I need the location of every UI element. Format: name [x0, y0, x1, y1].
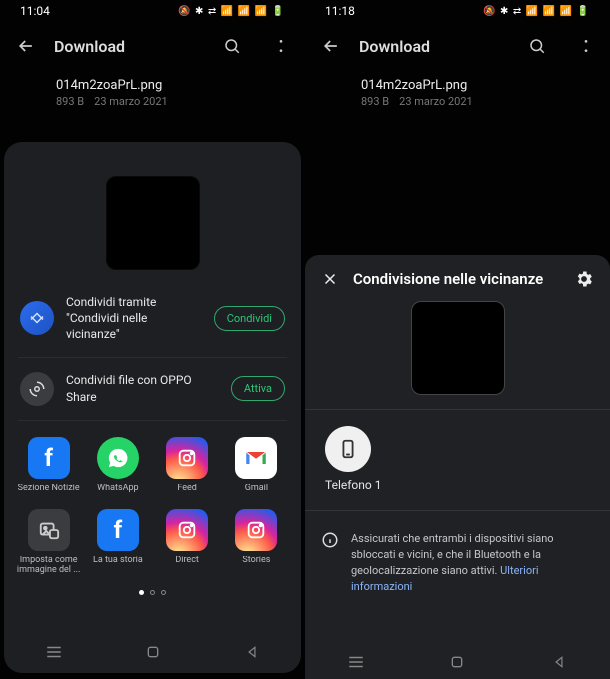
nav-recent-icon[interactable] — [45, 643, 63, 661]
status-icons: 🔕 ✱ ⇄ 📶 📶 📶 🔋 — [483, 6, 590, 17]
file-row[interactable]: 014m2zoaPrL.png 893 B 23 marzo 2021 — [305, 70, 610, 116]
facebook-icon: f — [28, 437, 70, 479]
phone-icon — [325, 426, 371, 472]
file-date: 23 marzo 2021 — [399, 95, 473, 108]
instagram-icon — [235, 509, 277, 551]
screen-right: 11:18 🔕 ✱ ⇄ 📶 📶 📶 🔋 Download 014m2zoaPrL… — [305, 0, 610, 679]
nav-back-icon[interactable] — [550, 653, 568, 671]
file-name: 014m2zoaPrL.png — [56, 78, 289, 93]
page-header: Download — [0, 22, 305, 70]
share-app-grid: f Sezione Notizie WhatsApp Feed Gmail — [4, 425, 301, 583]
status-bar: 11:04 🔕 ✱ ⇄ 📶 📶 📶 🔋 — [0, 0, 305, 22]
instagram-icon — [166, 509, 208, 551]
app-whatsapp[interactable]: WhatsApp — [83, 431, 152, 500]
gear-icon[interactable] — [574, 269, 594, 289]
status-bar: 11:18 🔕 ✱ ⇄ 📶 📶 📶 🔋 — [305, 0, 610, 22]
facebook-icon: f — [97, 509, 139, 551]
nav-home-icon[interactable] — [144, 643, 162, 661]
device-target[interactable]: Telefono 1 — [305, 418, 610, 502]
file-size: 893 B — [56, 95, 84, 108]
app-instagram-stories[interactable]: Stories — [222, 503, 291, 582]
share-sheet: Condividi tramite "Condividi nelle vicin… — [4, 142, 301, 673]
divider — [305, 510, 610, 511]
instagram-icon — [166, 437, 208, 479]
file-row[interactable]: 014m2zoaPrL.png 893 B 23 marzo 2021 — [0, 70, 305, 116]
divider — [18, 420, 287, 421]
more-icon[interactable] — [578, 38, 594, 54]
nav-home-icon[interactable] — [448, 653, 466, 671]
search-icon[interactable] — [223, 37, 241, 55]
close-icon[interactable] — [321, 270, 339, 288]
app-instagram-direct[interactable]: Direct — [153, 503, 222, 582]
app-facebook-news[interactable]: f Sezione Notizie — [14, 431, 83, 500]
nearby-share-button[interactable]: Condividi — [214, 306, 285, 331]
more-icon[interactable] — [273, 38, 289, 54]
screen-left: 11:04 🔕 ✱ ⇄ 📶 📶 📶 🔋 Download 014m2zoaPrL… — [0, 0, 305, 679]
back-icon[interactable] — [321, 36, 341, 56]
whatsapp-icon — [97, 437, 139, 479]
dot-inactive — [161, 590, 166, 595]
info-message: Assicurati che entrambi i dispositivi si… — [305, 519, 610, 613]
set-image-icon — [28, 509, 70, 551]
gmail-icon — [235, 437, 277, 479]
divider — [305, 409, 610, 410]
nav-recent-icon[interactable] — [347, 653, 365, 671]
status-time: 11:04 — [20, 4, 50, 18]
file-preview — [106, 176, 200, 270]
app-instagram-feed[interactable]: Feed — [153, 431, 222, 500]
status-time: 11:18 — [325, 4, 355, 18]
app-gmail[interactable]: Gmail — [222, 431, 291, 500]
oppo-share-row[interactable]: Condividi file con OPPO Share Attiva — [4, 362, 301, 416]
page-indicator — [4, 582, 301, 601]
device-label: Telefono 1 — [325, 478, 381, 492]
app-facebook-story[interactable]: f La tua storia — [83, 503, 152, 582]
file-size: 893 B — [361, 95, 389, 108]
info-icon — [321, 531, 339, 549]
nearby-share-text: Condividi tramite "Condividi nelle vicin… — [66, 294, 202, 343]
page-title: Download — [359, 37, 510, 56]
nearby-share-icon — [20, 301, 54, 335]
nearby-share-row[interactable]: Condividi tramite "Condividi nelle vicin… — [4, 284, 301, 353]
file-date: 23 marzo 2021 — [94, 95, 168, 108]
navigation-bar — [305, 645, 610, 679]
divider — [18, 357, 287, 358]
dot-inactive — [150, 590, 155, 595]
app-set-as-image[interactable]: Imposta come immagine del ... — [14, 503, 83, 582]
navigation-bar — [4, 635, 301, 669]
nearby-share-panel: Condivisione nelle vicinanze Telefono 1 … — [305, 255, 610, 679]
dot-active — [139, 590, 144, 595]
status-icons: 🔕 ✱ ⇄ 📶 📶 📶 🔋 — [178, 6, 285, 17]
oppo-share-icon — [20, 372, 54, 406]
nav-back-icon[interactable] — [243, 643, 261, 661]
page-header: Download — [305, 22, 610, 70]
search-icon[interactable] — [528, 37, 546, 55]
file-preview — [411, 301, 505, 395]
oppo-share-button[interactable]: Attiva — [231, 376, 285, 401]
panel-title: Condivisione nelle vicinanze — [353, 270, 560, 288]
back-icon[interactable] — [16, 36, 36, 56]
file-name: 014m2zoaPrL.png — [361, 78, 594, 93]
oppo-share-text: Condividi file con OPPO Share — [66, 372, 219, 404]
page-title: Download — [54, 37, 205, 56]
